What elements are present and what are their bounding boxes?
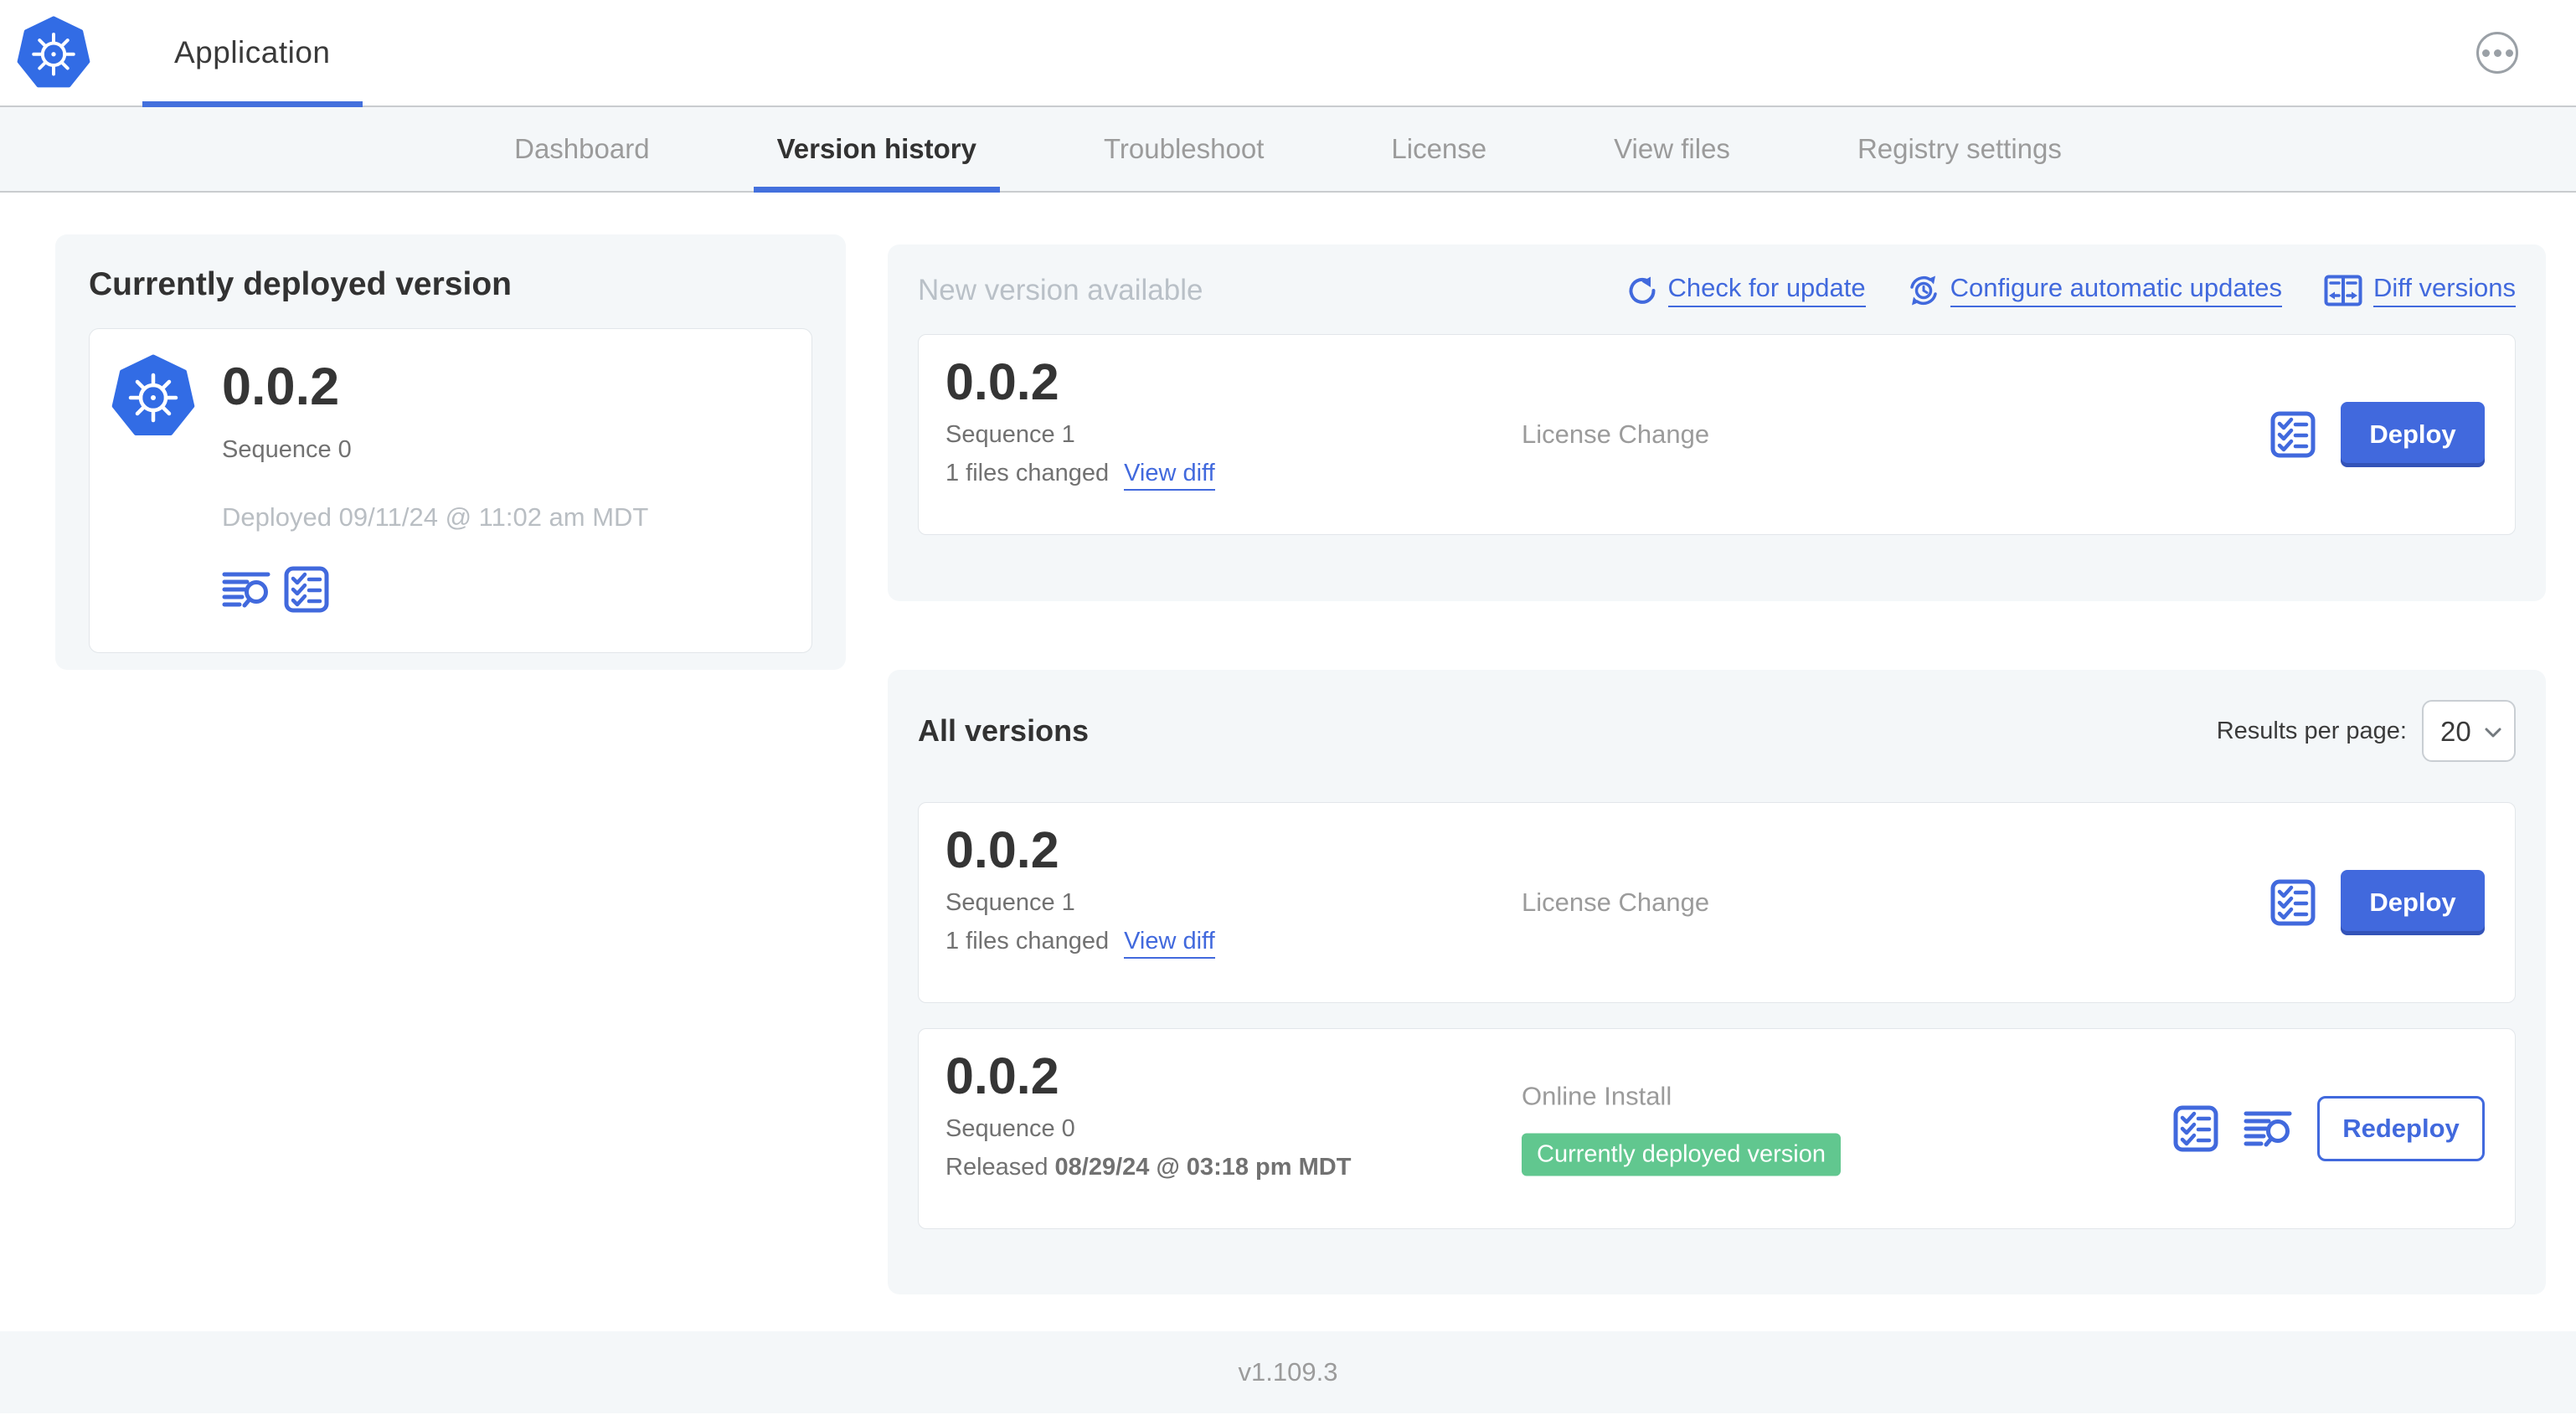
results-per-page-select[interactable]: 20 [2422,700,2516,762]
checklist-icon [284,566,329,613]
logs-icon [222,572,270,608]
view-logs-button[interactable] [2244,1109,2292,1148]
more-options-icon [2481,49,2490,57]
currently-deployed-title: Currently deployed version [89,266,512,302]
app-subnav: Dashboard Version history Troubleshoot L… [0,107,2576,193]
configure-automatic-updates-link[interactable]: Configure automatic updates [1908,273,2282,307]
check-for-update-link[interactable]: Check for update [1625,273,1866,307]
app-title: Application [174,35,331,69]
logs-icon [2244,1111,2292,1147]
files-changed-label: 1 files changed [945,928,1110,954]
console-version: v1.109.3 [1238,1357,1338,1387]
files-changed-label: 1 files changed [945,460,1110,486]
new-version-title: New version available [918,273,1203,306]
checklist-icon [2173,1105,2218,1152]
version-number: 0.0.2 [945,821,1059,878]
kubernetes-app-icon [111,354,195,435]
version-sequence: Sequence 0 [945,1115,1075,1142]
currently-deployed-card: 0.0.2 Sequence 0 Deployed 09/11/24 @ 11:… [89,328,812,653]
version-sequence: Sequence 1 [945,889,1075,916]
refresh-icon [1629,276,1656,304]
view-diff-link[interactable]: View diff [1124,928,1215,959]
more-options-button[interactable] [2476,32,2518,74]
version-number: 0.0.2 [945,1047,1059,1104]
results-per-page-label: Results per page: [2216,717,2407,744]
new-version-panel: New version available Check for update C… [888,244,2546,601]
currently-deployed-panel: Currently deployed version 0.0.2 Sequenc… [55,234,846,670]
version-source: License Change [1522,888,1710,917]
deploy-button[interactable]: Deploy [2341,402,2485,467]
app-tab-active-underline [142,101,363,107]
released-label: Released [945,1154,1048,1181]
tab-registry-settings[interactable]: Registry settings [1834,107,2085,191]
diff-versions-link[interactable]: Diff versions [2324,273,2516,307]
version-row: 0.0.2 Sequence 1 1 files changed View di… [918,802,2516,1003]
current-version-deployed-date: Deployed 09/11/24 @ 11:02 am MDT [222,502,649,533]
kubernetes-logo-icon [17,16,90,88]
scheduled-update-icon [1909,275,1937,305]
redeploy-button[interactable]: Redeploy [2317,1096,2485,1161]
version-number: 0.0.2 [945,353,1059,410]
currently-deployed-badge: Currently deployed version [1522,1133,1841,1176]
tab-license[interactable]: License [1368,107,1510,191]
all-versions-title: All versions [918,713,1090,748]
tab-troubleshoot[interactable]: Troubleshoot [1080,107,1287,191]
tab-version-history[interactable]: Version history [753,107,1000,193]
version-row: 0.0.2 Sequence 0 Released 08/29/24 @ 03:… [918,1028,2516,1229]
current-version-number: 0.0.2 [222,358,340,416]
new-version-row: 0.0.2 Sequence 1 1 files changed View di… [918,334,2516,535]
view-logs-button[interactable] [222,570,270,609]
preflight-checks-button[interactable] [2173,1105,2218,1152]
checklist-icon [2270,879,2316,926]
app-tab-application[interactable]: Application [142,0,363,107]
checklist-icon [2270,411,2316,458]
released-date: 08/29/24 @ 03:18 pm MDT [1054,1154,1352,1181]
view-diff-link[interactable]: View diff [1124,460,1215,491]
preflight-checks-button[interactable] [284,566,329,613]
preflight-checks-button[interactable] [2270,879,2316,926]
current-version-sequence: Sequence 0 [222,436,352,464]
tab-view-files[interactable]: View files [1590,107,1754,191]
app-footer: v1.109.3 [0,1331,2576,1413]
version-source: License Change [1522,419,1710,449]
version-sequence: Sequence 1 [945,421,1075,448]
all-versions-panel: All versions Results per page: 20 0.0.2 [888,670,2546,1294]
main-content: Currently deployed version 0.0.2 Sequenc… [0,193,2576,1331]
diff-icon [2324,275,2362,306]
tab-dashboard[interactable]: Dashboard [491,107,672,191]
deploy-button[interactable]: Deploy [2341,870,2485,935]
version-source: Online Install [1522,1081,1672,1111]
preflight-checks-button[interactable] [2270,411,2316,458]
app-header: Application [0,0,2576,107]
tab-active-underline [753,187,1000,193]
